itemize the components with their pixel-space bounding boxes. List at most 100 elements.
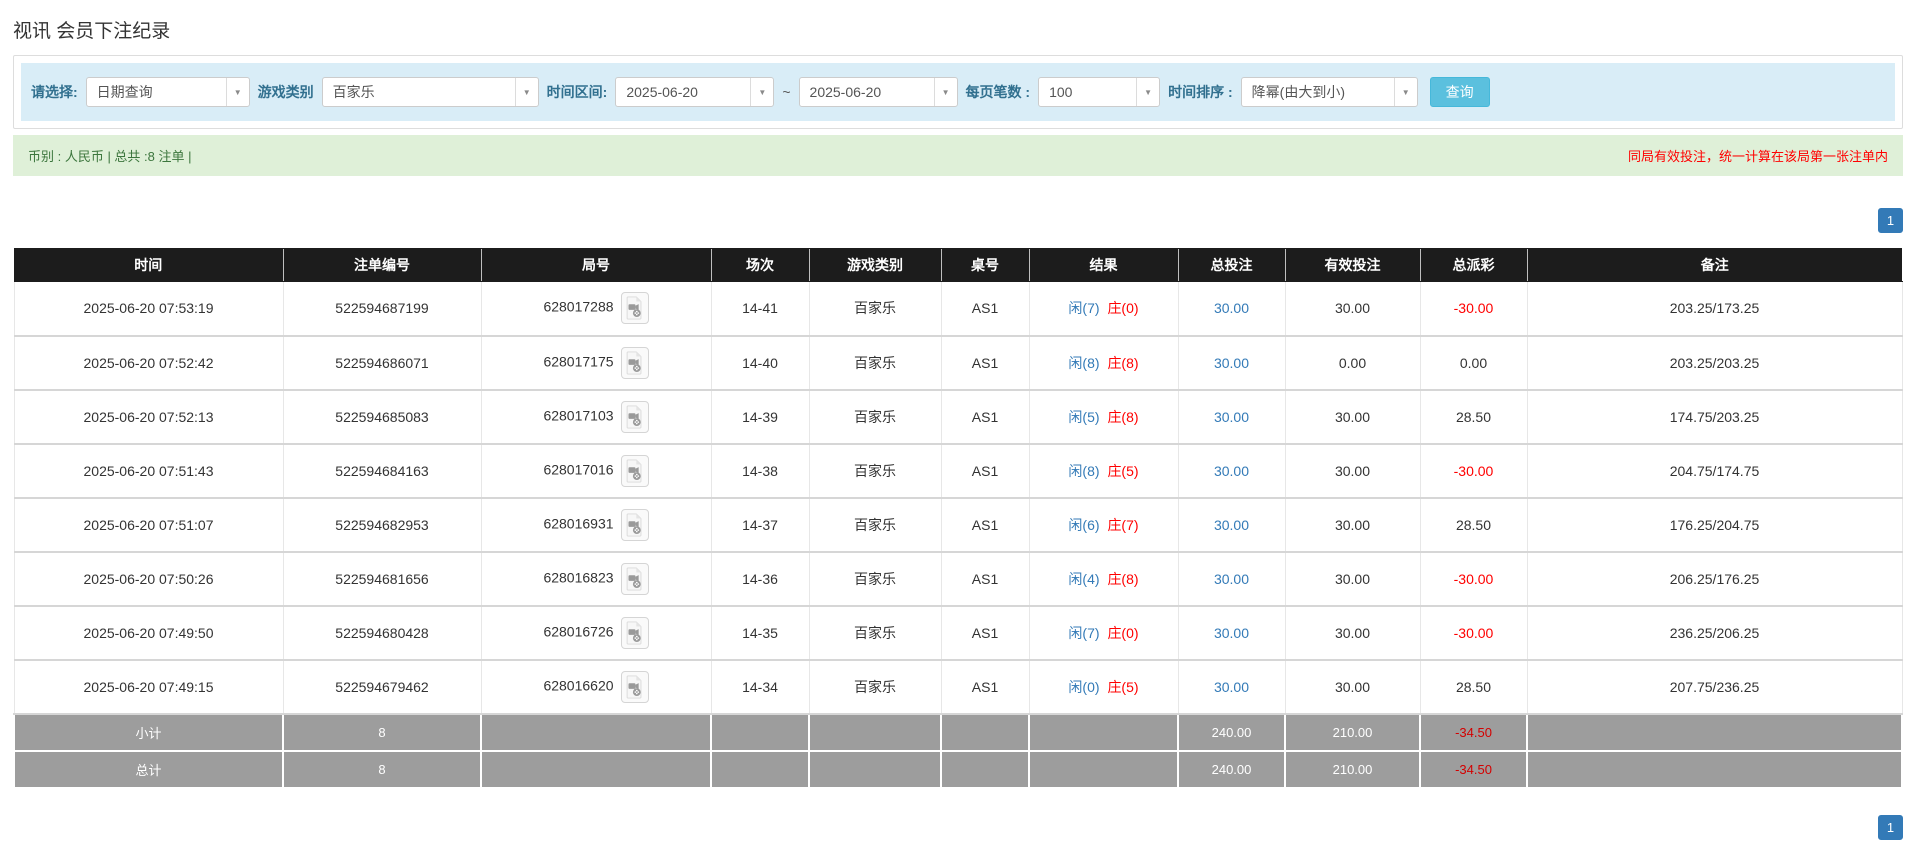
total-bet-link[interactable]: 30.00 [1214, 463, 1249, 479]
cell-total-bet: 30.00 [1177, 281, 1286, 337]
total-bet-link[interactable]: 30.00 [1214, 355, 1249, 371]
cell-valid-bet: 0.00 [1284, 335, 1421, 391]
video-replay-button[interactable] [620, 346, 649, 379]
game-type-select[interactable]: 百家乐 ▼ [321, 77, 539, 107]
total-bet-link[interactable]: 30.00 [1214, 625, 1249, 641]
date-to-value: 2025-06-20 [809, 84, 882, 100]
cell-game-type: 百家乐 [808, 605, 942, 661]
cell-result: 闲(7) 庄(0) [1028, 605, 1179, 661]
cell-result: 闲(7) 庄(0) [1028, 281, 1179, 337]
cell-valid-bet: 30.00 [1284, 551, 1421, 607]
cell-remark: 174.75/203.25 [1526, 389, 1903, 445]
cell-total-bet: 30.00 [1177, 497, 1286, 553]
filter-bar: 请选择: 日期查询 ▼ 游戏类别 百家乐 ▼ 时间区间: 2025-06-20 … [21, 63, 1895, 121]
table-row: 2025-06-20 07:51:07 522594682953 6280169… [13, 497, 1903, 553]
total-bet-link[interactable]: 30.00 [1214, 679, 1249, 695]
video-file-icon [626, 566, 642, 591]
cell-result: 闲(8) 庄(8) [1028, 335, 1179, 391]
page-size-select[interactable]: 100 ▼ [1038, 77, 1161, 107]
cell-remark: 203.25/173.25 [1526, 281, 1903, 337]
date-to-select[interactable]: 2025-06-20 ▼ [798, 77, 958, 107]
video-file-icon [626, 620, 642, 645]
cell-time: 2025-06-20 07:51:07 [13, 497, 284, 553]
subtotal-valid-bet: 210.00 [1284, 712, 1421, 752]
total-bet-link[interactable]: 30.00 [1214, 300, 1249, 316]
cell-payout: -30.00 [1419, 281, 1528, 337]
cell-game-type: 百家乐 [808, 389, 942, 445]
query-type-value: 日期查询 [96, 84, 153, 100]
col-valid-bet: 有效投注 [1284, 248, 1420, 282]
cell-payout: -30.00 [1419, 443, 1528, 499]
cell-table-no: AS1 [940, 335, 1030, 391]
total-count: 8 [282, 749, 482, 789]
video-replay-button[interactable] [620, 400, 649, 433]
col-table-no: 桌号 [940, 248, 1029, 282]
cell-result: 闲(4) 庄(8) [1028, 551, 1179, 607]
total-bet-link[interactable]: 30.00 [1214, 409, 1249, 425]
cell-valid-bet: 30.00 [1284, 389, 1421, 445]
result-banker: 庄(7) [1107, 516, 1139, 533]
cell-bet-id: 522594684163 [282, 443, 482, 499]
cell-payout: 0.00 [1419, 335, 1528, 391]
cell-bet-id: 522594685083 [282, 389, 482, 445]
video-replay-button[interactable] [620, 616, 649, 649]
video-replay-button[interactable] [620, 562, 649, 595]
cell-round-id: 628016726 [480, 605, 712, 661]
cell-total-bet: 30.00 [1177, 659, 1286, 715]
page-button-1[interactable]: 1 [1878, 814, 1903, 840]
cell-time: 2025-06-20 07:49:50 [13, 605, 284, 661]
cell-remark: 203.25/203.25 [1526, 335, 1903, 391]
page-button-1[interactable]: 1 [1878, 208, 1903, 233]
video-replay-button[interactable] [620, 454, 649, 487]
chevron-down-icon: ▼ [933, 78, 957, 106]
time-order-select[interactable]: 降幂(由大到小) ▼ [1240, 77, 1418, 107]
video-replay-button[interactable] [620, 292, 649, 325]
pagination-bottom: 1 [13, 814, 1903, 840]
date-range-label: 时间区间: [546, 84, 608, 100]
col-game-type: 游戏类别 [808, 248, 941, 282]
result-player: 闲(7) [1068, 624, 1100, 641]
col-result: 结果 [1028, 248, 1178, 282]
subtotal-payout: -34.50 [1419, 712, 1528, 752]
time-order-value: 降幂(由大到小) [1251, 84, 1345, 100]
cell-time: 2025-06-20 07:53:19 [13, 281, 284, 337]
table-row: 2025-06-20 07:51:43 522594684163 6280170… [13, 443, 1903, 499]
game-type-value: 百家乐 [332, 84, 375, 100]
cell-round-id: 628016620 [480, 659, 712, 715]
filter-panel: 请选择: 日期查询 ▼ 游戏类别 百家乐 ▼ 时间区间: 2025-06-20 … [13, 55, 1903, 129]
cell-round-id: 628017288 [480, 281, 712, 337]
col-payout: 总派彩 [1419, 248, 1527, 282]
total-bet-link[interactable]: 30.00 [1214, 517, 1249, 533]
cell-bet-id: 522594687199 [282, 281, 482, 337]
total-payout: -34.50 [1419, 749, 1528, 789]
col-time: 时间 [14, 248, 283, 282]
result-banker: 庄(8) [1107, 408, 1139, 425]
result-banker: 庄(0) [1107, 300, 1139, 317]
cell-payout: 28.50 [1419, 497, 1528, 553]
search-button[interactable]: 查询 [1429, 77, 1490, 107]
result-banker: 庄(8) [1107, 570, 1139, 587]
result-player: 闲(8) [1068, 462, 1100, 479]
cell-payout: -30.00 [1419, 551, 1528, 607]
total-bet-link[interactable]: 30.00 [1214, 571, 1249, 587]
cell-game-type: 百家乐 [808, 497, 942, 553]
summary-notice: 同局有效投注，统一计算在该局第一张注单内 [1627, 149, 1888, 164]
round-id-text: 628017175 [543, 353, 614, 370]
result-banker: 庄(8) [1107, 354, 1139, 371]
cell-game-type: 百家乐 [808, 281, 942, 337]
cell-total-bet: 30.00 [1177, 335, 1286, 391]
video-replay-button[interactable] [620, 670, 649, 703]
round-id-text: 628016620 [543, 677, 614, 694]
cell-valid-bet: 30.00 [1284, 497, 1421, 553]
date-range-separator: ~ [782, 84, 791, 100]
subtotal-total-bet: 240.00 [1177, 712, 1286, 752]
chevron-down-icon: ▼ [514, 78, 538, 106]
table-row: 2025-06-20 07:50:26 522594681656 6280168… [13, 551, 1903, 607]
cell-round-id: 628017103 [480, 389, 712, 445]
cell-bet-id: 522594680428 [282, 605, 482, 661]
query-type-select[interactable]: 日期查询 ▼ [85, 77, 250, 107]
date-from-select[interactable]: 2025-06-20 ▼ [615, 77, 775, 107]
cell-result: 闲(0) 庄(5) [1028, 659, 1179, 715]
video-replay-button[interactable] [620, 508, 649, 541]
chevron-down-icon: ▼ [225, 78, 249, 106]
